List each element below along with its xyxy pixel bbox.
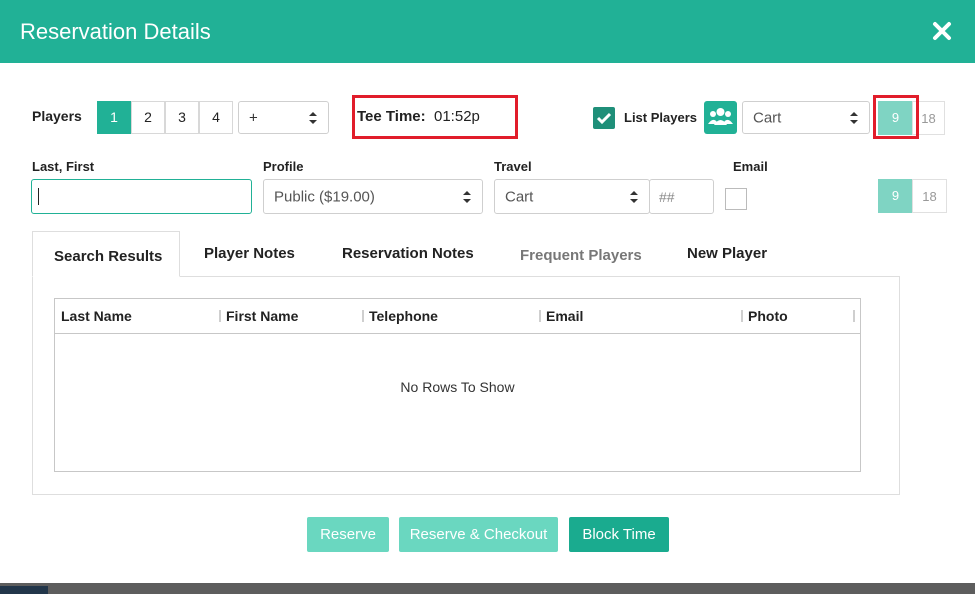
tab-label: Search Results (54, 248, 163, 265)
profile-value: Public ($19.00) (274, 188, 375, 205)
list-players-label: List Players (624, 110, 697, 125)
modal-title: Reservation Details (20, 19, 211, 44)
holes-9-button[interactable]: 9 (878, 179, 913, 213)
tab-label: Frequent Players (520, 247, 642, 264)
modal-header: Reservation Details (0, 0, 975, 63)
reserve-checkout-button[interactable]: Reserve & Checkout (399, 517, 558, 552)
group-players-button[interactable] (704, 101, 737, 134)
chevron-updown-icon (630, 190, 638, 203)
email-label: Email (733, 159, 768, 174)
email-checkbox[interactable] (725, 188, 747, 210)
column-resize-handle[interactable] (362, 310, 364, 322)
profile-select[interactable]: Public ($19.00) (263, 179, 483, 214)
tab-label: Player Notes (204, 245, 295, 262)
players-3-button[interactable]: 3 (165, 101, 199, 134)
chevron-updown-icon (463, 190, 471, 203)
tab-frequent-players[interactable]: Frequent Players (508, 231, 658, 277)
tab-search-results[interactable]: Search Results (32, 231, 180, 277)
last-first-label: Last, First (32, 159, 95, 174)
chevron-updown-icon (309, 111, 317, 124)
column-resize-handle[interactable] (539, 310, 541, 322)
checkmark-icon (596, 112, 612, 125)
tee-time-value: 01:52p (434, 108, 480, 125)
players-label: Players (32, 108, 82, 124)
reserve-button[interactable]: Reserve (307, 517, 389, 552)
tab-player-notes[interactable]: Player Notes (190, 231, 310, 277)
grid-header: Last Name First Name Telephone Email Pho… (55, 299, 860, 334)
column-header-last-name[interactable]: Last Name (61, 308, 132, 324)
holes-highlight (873, 95, 919, 139)
travel-label: Travel (494, 159, 532, 174)
holes-18-button[interactable]: 18 (912, 179, 947, 213)
chevron-updown-icon (850, 111, 858, 124)
travel-number-input[interactable]: ## (649, 179, 714, 214)
close-icon[interactable] (931, 20, 953, 42)
travel-value: Cart (505, 188, 534, 205)
column-header-first-name[interactable]: First Name (226, 308, 298, 324)
tab-reservation-notes[interactable]: Reservation Notes (330, 231, 490, 277)
travel-select[interactable]: Cart (494, 179, 650, 214)
search-results-grid: Last Name First Name Telephone Email Pho… (54, 298, 861, 472)
column-resize-handle[interactable] (853, 310, 855, 322)
column-header-telephone[interactable]: Telephone (369, 308, 438, 324)
tab-label: Reservation Notes (342, 245, 474, 262)
last-first-input[interactable] (31, 179, 252, 214)
players-2-button[interactable]: 2 (131, 101, 165, 134)
tab-new-player[interactable]: New Player (676, 231, 786, 277)
players-4-button[interactable]: 4 (199, 101, 233, 134)
players-more-select[interactable]: + (238, 101, 329, 134)
list-players-checkbox[interactable] (593, 107, 615, 129)
background-accent (0, 586, 48, 594)
players-more-value: + (249, 109, 258, 126)
column-header-email[interactable]: Email (546, 308, 583, 324)
block-time-button[interactable]: Block Time (569, 517, 669, 552)
grid-empty-message: No Rows To Show (400, 379, 515, 395)
players-1-button[interactable]: 1 (97, 101, 131, 134)
column-header-photo[interactable]: Photo (748, 308, 788, 324)
list-travel-value: Cart (753, 109, 782, 126)
text-cursor (38, 188, 39, 205)
column-resize-handle[interactable] (741, 310, 743, 322)
list-travel-select[interactable]: Cart (742, 101, 870, 134)
background-page-strip (0, 583, 975, 594)
users-icon (708, 108, 733, 125)
profile-label: Profile (263, 159, 304, 174)
travel-number-placeholder: ## (659, 189, 675, 205)
tab-label: New Player (687, 245, 768, 262)
column-resize-handle[interactable] (219, 310, 221, 322)
tee-time-label: Tee Time: (357, 108, 426, 125)
